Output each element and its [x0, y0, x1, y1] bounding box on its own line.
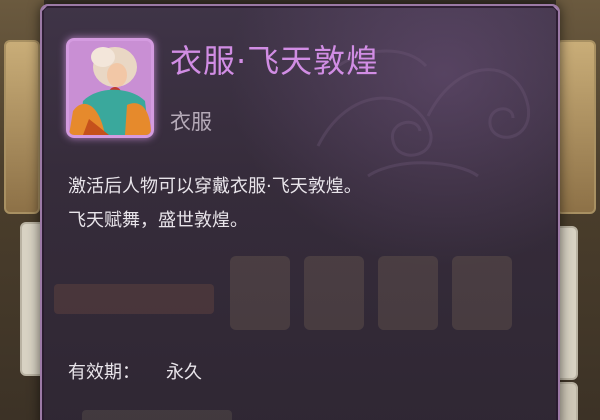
description-line: 飞天赋舞，盛世敦煌。 [68, 210, 248, 231]
background-card [556, 40, 596, 214]
background-label [82, 410, 232, 420]
background-card [4, 40, 40, 214]
validity-label: 有效期： [68, 362, 140, 383]
background-left-panel [0, 0, 54, 420]
item-tooltip: 衣服·飞天敦煌 衣服 激活后人物可以穿戴衣服·飞天敦煌。 飞天赋舞，盛世敦煌。 … [40, 4, 560, 420]
background-reward-slot [452, 256, 512, 330]
background-reward-row [230, 256, 530, 336]
description-line: 激活后人物可以穿戴衣服·飞天敦煌。 [68, 176, 362, 197]
background-reward-slot [378, 256, 438, 330]
item-title: 衣服·飞天敦煌 [170, 42, 380, 80]
item-type-label: 衣服 [170, 110, 212, 134]
costume-portrait-icon [66, 38, 154, 138]
item-description: 激活后人物可以穿戴衣服·飞天敦煌。 飞天赋舞，盛世敦煌。 [68, 170, 362, 238]
background-banner [54, 284, 214, 314]
game-screen: 衣服·飞天敦煌 衣服 激活后人物可以穿戴衣服·飞天敦煌。 飞天赋舞，盛世敦煌。 … [0, 0, 600, 420]
background-right-panel [544, 0, 600, 420]
corner-ornament [42, 6, 49, 13]
validity-row: 有效期： 永久 [68, 358, 202, 384]
background-reward-slot [304, 256, 364, 330]
background-reward-slot [230, 256, 290, 330]
validity-value: 永久 [166, 362, 202, 383]
